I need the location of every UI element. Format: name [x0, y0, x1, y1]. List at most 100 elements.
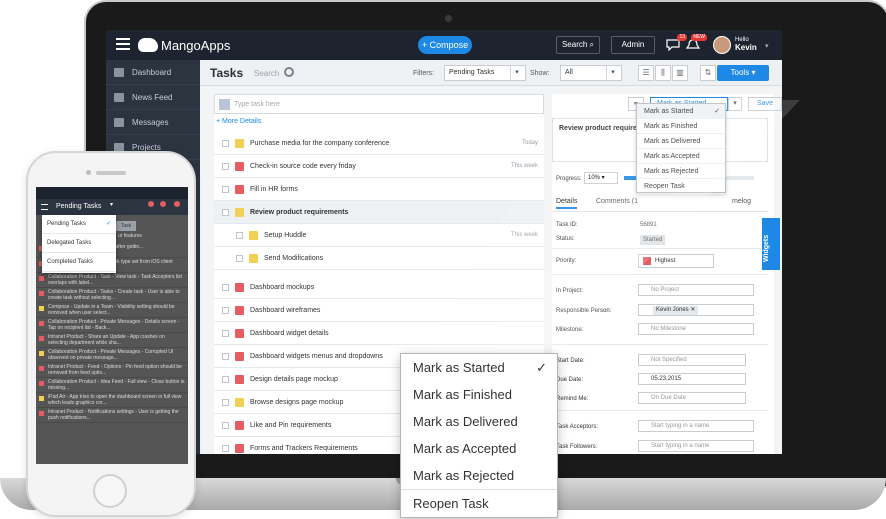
phone-filter-title[interactable]: Pending Tasks: [56, 203, 101, 210]
add-task-input[interactable]: Type task here: [214, 94, 544, 114]
list-item[interactable]: Collaboration Product - Private Messages…: [36, 348, 188, 363]
notification-dot-icon[interactable]: [148, 201, 154, 207]
menu-item-mark-accepted[interactable]: Mark as Accepted: [401, 435, 557, 462]
menu-item-mark-started[interactable]: Mark as Started ✓: [637, 104, 725, 119]
task-row[interactable]: Check-in source code every friday This we…: [214, 155, 544, 178]
save-button[interactable]: Save: [748, 97, 782, 111]
phone-filter-delegated[interactable]: Delegated Tasks: [42, 234, 116, 253]
task-checkbox[interactable]: [222, 306, 229, 314]
more-details-link[interactable]: + More Details: [214, 118, 544, 132]
board-view-icon[interactable]: ⫼: [655, 65, 671, 81]
filter-select[interactable]: Pending Tasks ▾: [444, 65, 526, 81]
list-item[interactable]: Intranet Product - Share an Update - App…: [36, 333, 188, 348]
notification-dot-icon[interactable]: [160, 201, 166, 207]
task-acceptors-field[interactable]: Start typing in a name: [638, 420, 754, 432]
app-logo[interactable]: MangoApps: [138, 36, 230, 54]
hamburger-icon[interactable]: [116, 38, 130, 50]
user-menu-chevron-down-icon[interactable]: ▾: [765, 42, 769, 50]
sort-icon[interactable]: ⇅: [700, 65, 716, 81]
menu-item-mark-accepted[interactable]: Mark as Accepted: [637, 149, 725, 164]
task-title: Forms and Trackers Requirements: [250, 444, 358, 452]
task-checkbox[interactable]: [222, 283, 229, 291]
list-item[interactable]: Compose - Update in a Team - Visibility …: [36, 303, 188, 318]
task-row[interactable]: Dashboard mockups: [214, 276, 544, 299]
menu-item-mark-rejected[interactable]: Mark as Rejected: [401, 462, 557, 489]
task-checkbox[interactable]: [222, 421, 229, 429]
flag-picker-icon[interactable]: [219, 98, 230, 110]
show-select[interactable]: All ▾: [560, 65, 622, 81]
menu-item-mark-finished[interactable]: Mark as Finished: [637, 119, 725, 134]
tab-timelog[interactable]: melog: [732, 198, 751, 205]
tab-comments[interactable]: Comments (1: [596, 198, 638, 205]
task-row[interactable]: Purchase media for the company conferenc…: [214, 132, 544, 155]
task-checkbox[interactable]: [222, 375, 229, 383]
task-checkbox[interactable]: [222, 208, 229, 216]
remind-me-field[interactable]: On Due Date: [638, 392, 746, 404]
task-row[interactable]: Fill in HR forms: [214, 178, 544, 201]
phone-tab-task[interactable]: Task: [116, 221, 136, 231]
menu-item-mark-delivered[interactable]: Mark as Delivered: [401, 408, 557, 435]
list-item[interactable]: Collaboration Product - Tasks - Create t…: [36, 288, 188, 303]
list-item[interactable]: Intranet Product - Feed - Options - Pin …: [36, 363, 188, 378]
task-checkbox[interactable]: [222, 329, 229, 337]
responsible-person-field[interactable]: Kevin Jones ✕: [638, 304, 754, 316]
sidebar-item-news-feed[interactable]: News Feed: [106, 85, 200, 110]
task-checkbox[interactable]: [222, 139, 229, 147]
notification-dot-icon[interactable]: [174, 201, 180, 207]
messages-icon[interactable]: 13: [666, 34, 687, 52]
menu-item-mark-started[interactable]: Mark as Started ✓: [401, 354, 557, 381]
chart-view-icon[interactable]: ▥: [672, 65, 688, 81]
phone-home-button[interactable]: [93, 474, 127, 508]
task-search-input[interactable]: Search: [254, 69, 279, 78]
list-item[interactable]: Collaboration Product - Private Messages…: [36, 318, 188, 333]
user-greeting[interactable]: Hello Kevin: [735, 36, 757, 53]
milestone-field[interactable]: No Milestone: [638, 323, 754, 335]
tab-details[interactable]: Details: [556, 198, 578, 209]
due-date-field[interactable]: 05.23.2015: [638, 373, 746, 385]
compose-button[interactable]: + Compose: [418, 36, 472, 54]
list-item[interactable]: Collaboration Product - Task - View task…: [36, 273, 188, 288]
user-avatar[interactable]: [713, 36, 731, 54]
start-date-field[interactable]: Not Specified: [638, 354, 746, 366]
search-button[interactable]: Search ⌕: [556, 36, 600, 54]
mark-status-chevron-down-icon[interactable]: ▾: [728, 97, 742, 111]
task-row[interactable]: Setup Huddle This week: [214, 224, 544, 247]
hamburger-icon[interactable]: [41, 204, 48, 210]
list-view-icon[interactable]: ☰: [638, 65, 654, 81]
person-chip[interactable]: Kevin Jones ✕: [653, 306, 699, 315]
list-item[interactable]: Collaboration Product - Idea Feed - Full…: [36, 378, 188, 393]
sidebar-item-dashboard[interactable]: Dashboard: [106, 60, 200, 85]
task-followers-field[interactable]: Start typing in a name: [638, 440, 754, 452]
task-checkbox[interactable]: [236, 231, 243, 239]
task-checkbox[interactable]: [222, 162, 229, 170]
task-row[interactable]: Review product requirements: [214, 201, 544, 224]
notifications-icon[interactable]: NEW: [685, 34, 707, 50]
sidebar-item-messages[interactable]: Messages: [106, 110, 200, 135]
admin-button[interactable]: Admin: [611, 36, 655, 54]
priority-select[interactable]: Highest: [638, 254, 714, 268]
task-row[interactable]: Send Modifications: [214, 247, 544, 270]
phone-filter-pending[interactable]: Pending Tasks ✓: [42, 215, 116, 234]
menu-item-label: Mark as Accepted: [644, 153, 700, 160]
list-item[interactable]: iPad Air - App tries to open the dashboa…: [36, 393, 188, 408]
project-field[interactable]: No Project: [638, 284, 754, 296]
task-row[interactable]: Dashboard wireframes: [214, 299, 544, 322]
menu-item-mark-finished[interactable]: Mark as Finished: [401, 381, 557, 408]
menu-item-mark-delivered[interactable]: Mark as Delivered: [637, 134, 725, 149]
task-row[interactable]: Dashboard widget details: [214, 322, 544, 345]
menu-item-reopen-task[interactable]: Reopen Task: [637, 179, 725, 194]
task-checkbox[interactable]: [236, 254, 243, 262]
phone-filter-completed[interactable]: Completed Tasks: [42, 253, 116, 272]
tools-button[interactable]: Tools ▾: [717, 65, 769, 81]
user-name: Kevin: [735, 43, 757, 52]
task-checkbox[interactable]: [222, 185, 229, 193]
list-item[interactable]: Intranet Product - Notifications setting…: [36, 408, 188, 423]
task-checkbox[interactable]: [222, 352, 229, 360]
search-icon[interactable]: [284, 67, 294, 77]
menu-item-mark-rejected[interactable]: Mark as Rejected: [637, 164, 725, 179]
task-checkbox[interactable]: [222, 444, 229, 452]
menu-item-reopen-task[interactable]: Reopen Task: [401, 489, 557, 516]
progress-select[interactable]: 10% ▾: [584, 172, 618, 184]
task-checkbox[interactable]: [222, 398, 229, 406]
chevron-down-icon[interactable]: ▾: [110, 201, 113, 208]
